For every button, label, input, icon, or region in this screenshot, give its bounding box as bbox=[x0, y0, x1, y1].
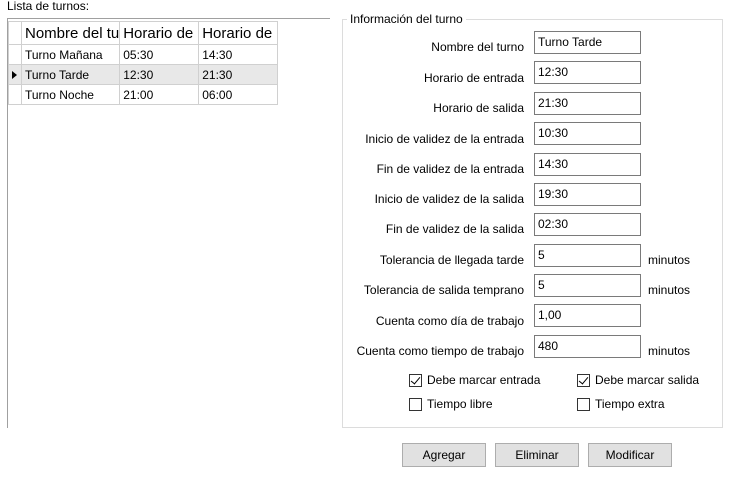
checkbox-label: Tiempo libre bbox=[427, 397, 493, 411]
checkbox-label: Tiempo extra bbox=[595, 397, 665, 411]
label-horario-de-salida: Horario de salida bbox=[433, 101, 524, 115]
input-cuenta-tiempo-trabajo[interactable]: 480 bbox=[534, 335, 641, 358]
checkbox-label: Debe marcar entrada bbox=[427, 373, 541, 387]
shift-table[interactable]: Nombre del tu Horario de Horario de Turn… bbox=[8, 21, 279, 105]
input-tolerancia-salida-temprano[interactable]: 5 bbox=[534, 274, 641, 297]
column-header-nombre[interactable]: Nombre del tu bbox=[20, 21, 121, 45]
checkbox-tiempo-libre[interactable]: Tiempo libre bbox=[409, 397, 493, 411]
table-row-selected[interactable]: Turno Tarde 12:30 21:30 bbox=[8, 64, 279, 85]
row-header[interactable] bbox=[8, 44, 22, 65]
unit-minutos: minutos bbox=[648, 344, 691, 358]
label-inicio-validez-entrada: Inicio de validez de la entrada bbox=[365, 132, 524, 146]
input-nombre-del-turno[interactable]: Turno Tarde bbox=[534, 31, 641, 54]
cell-end[interactable]: 21:30 bbox=[198, 64, 279, 85]
cell-start[interactable]: 05:30 bbox=[119, 44, 200, 65]
label-fin-validez-entrada: Fin de validez de la entrada bbox=[376, 162, 524, 176]
checkbox-unchecked-icon[interactable] bbox=[409, 397, 422, 411]
cell-start[interactable]: 12:30 bbox=[119, 64, 200, 85]
table-header-row: Nombre del tu Horario de Horario de bbox=[8, 21, 279, 45]
list-label: Lista de turnos: bbox=[7, 0, 90, 13]
unit-minutos: minutos bbox=[648, 253, 691, 267]
current-row-arrow-icon bbox=[12, 70, 17, 79]
cell-start[interactable]: 21:00 bbox=[119, 84, 200, 105]
input-cuenta-dia-trabajo[interactable]: 1,00 bbox=[534, 304, 641, 327]
label-inicio-validez-salida: Inicio de validez de la salida bbox=[374, 192, 524, 206]
cell-name[interactable]: Turno Noche bbox=[20, 84, 121, 105]
label-nombre-del-turno: Nombre del turno bbox=[431, 40, 524, 54]
input-inicio-validez-salida[interactable]: 19:30 bbox=[534, 183, 641, 206]
table-row[interactable]: Turno Mañana 05:30 14:30 bbox=[8, 44, 279, 65]
label-fin-validez-salida: Fin de validez de la salida bbox=[385, 222, 524, 236]
unit-minutos: minutos bbox=[648, 283, 691, 297]
checkbox-unchecked-icon[interactable] bbox=[577, 397, 590, 411]
label-tolerancia-llegada-tarde: Tolerancia de llegada tarde bbox=[379, 253, 524, 267]
input-horario-de-salida[interactable]: 21:30 bbox=[534, 92, 641, 115]
modificar-button[interactable]: Modificar bbox=[588, 443, 672, 467]
row-header-corner bbox=[8, 21, 22, 45]
row-header[interactable] bbox=[8, 64, 22, 85]
label-cuenta-tiempo-trabajo: Cuenta como tiempo de trabajo bbox=[356, 344, 524, 358]
input-inicio-validez-entrada[interactable]: 10:30 bbox=[534, 122, 641, 145]
cell-end[interactable]: 06:00 bbox=[198, 84, 279, 105]
checkbox-debe-marcar-salida[interactable]: Debe marcar salida bbox=[577, 373, 699, 387]
shift-info-title: Información del turno bbox=[347, 12, 466, 26]
cell-name[interactable]: Turno Tarde bbox=[20, 64, 121, 85]
label-horario-de-entrada: Horario de entrada bbox=[423, 71, 524, 85]
cell-end[interactable]: 14:30 bbox=[198, 44, 279, 65]
checkbox-debe-marcar-entrada[interactable]: Debe marcar entrada bbox=[409, 373, 540, 387]
label-cuenta-dia-trabajo: Cuenta como día de trabajo bbox=[375, 314, 524, 328]
input-fin-validez-salida[interactable]: 02:30 bbox=[534, 213, 641, 236]
input-horario-de-entrada[interactable]: 12:30 bbox=[534, 61, 641, 84]
checkbox-label: Debe marcar salida bbox=[595, 373, 700, 387]
checkbox-tiempo-extra[interactable]: Tiempo extra bbox=[577, 397, 665, 411]
column-header-horario-salida[interactable]: Horario de bbox=[198, 21, 279, 45]
input-fin-validez-entrada[interactable]: 14:30 bbox=[534, 153, 641, 176]
agregar-button[interactable]: Agregar bbox=[402, 443, 486, 467]
input-tolerancia-llegada-tarde[interactable]: 5 bbox=[534, 244, 641, 267]
label-tolerancia-salida-temprano: Tolerancia de salida temprano bbox=[363, 283, 524, 297]
eliminar-button[interactable]: Eliminar bbox=[495, 443, 579, 467]
table-row[interactable]: Turno Noche 21:00 06:00 bbox=[8, 84, 279, 105]
column-header-horario-entrada[interactable]: Horario de bbox=[119, 21, 200, 45]
row-header[interactable] bbox=[8, 84, 22, 105]
checkbox-checked-icon[interactable] bbox=[577, 373, 590, 387]
cell-name[interactable]: Turno Mañana bbox=[20, 44, 121, 65]
checkbox-checked-icon[interactable] bbox=[409, 373, 422, 387]
